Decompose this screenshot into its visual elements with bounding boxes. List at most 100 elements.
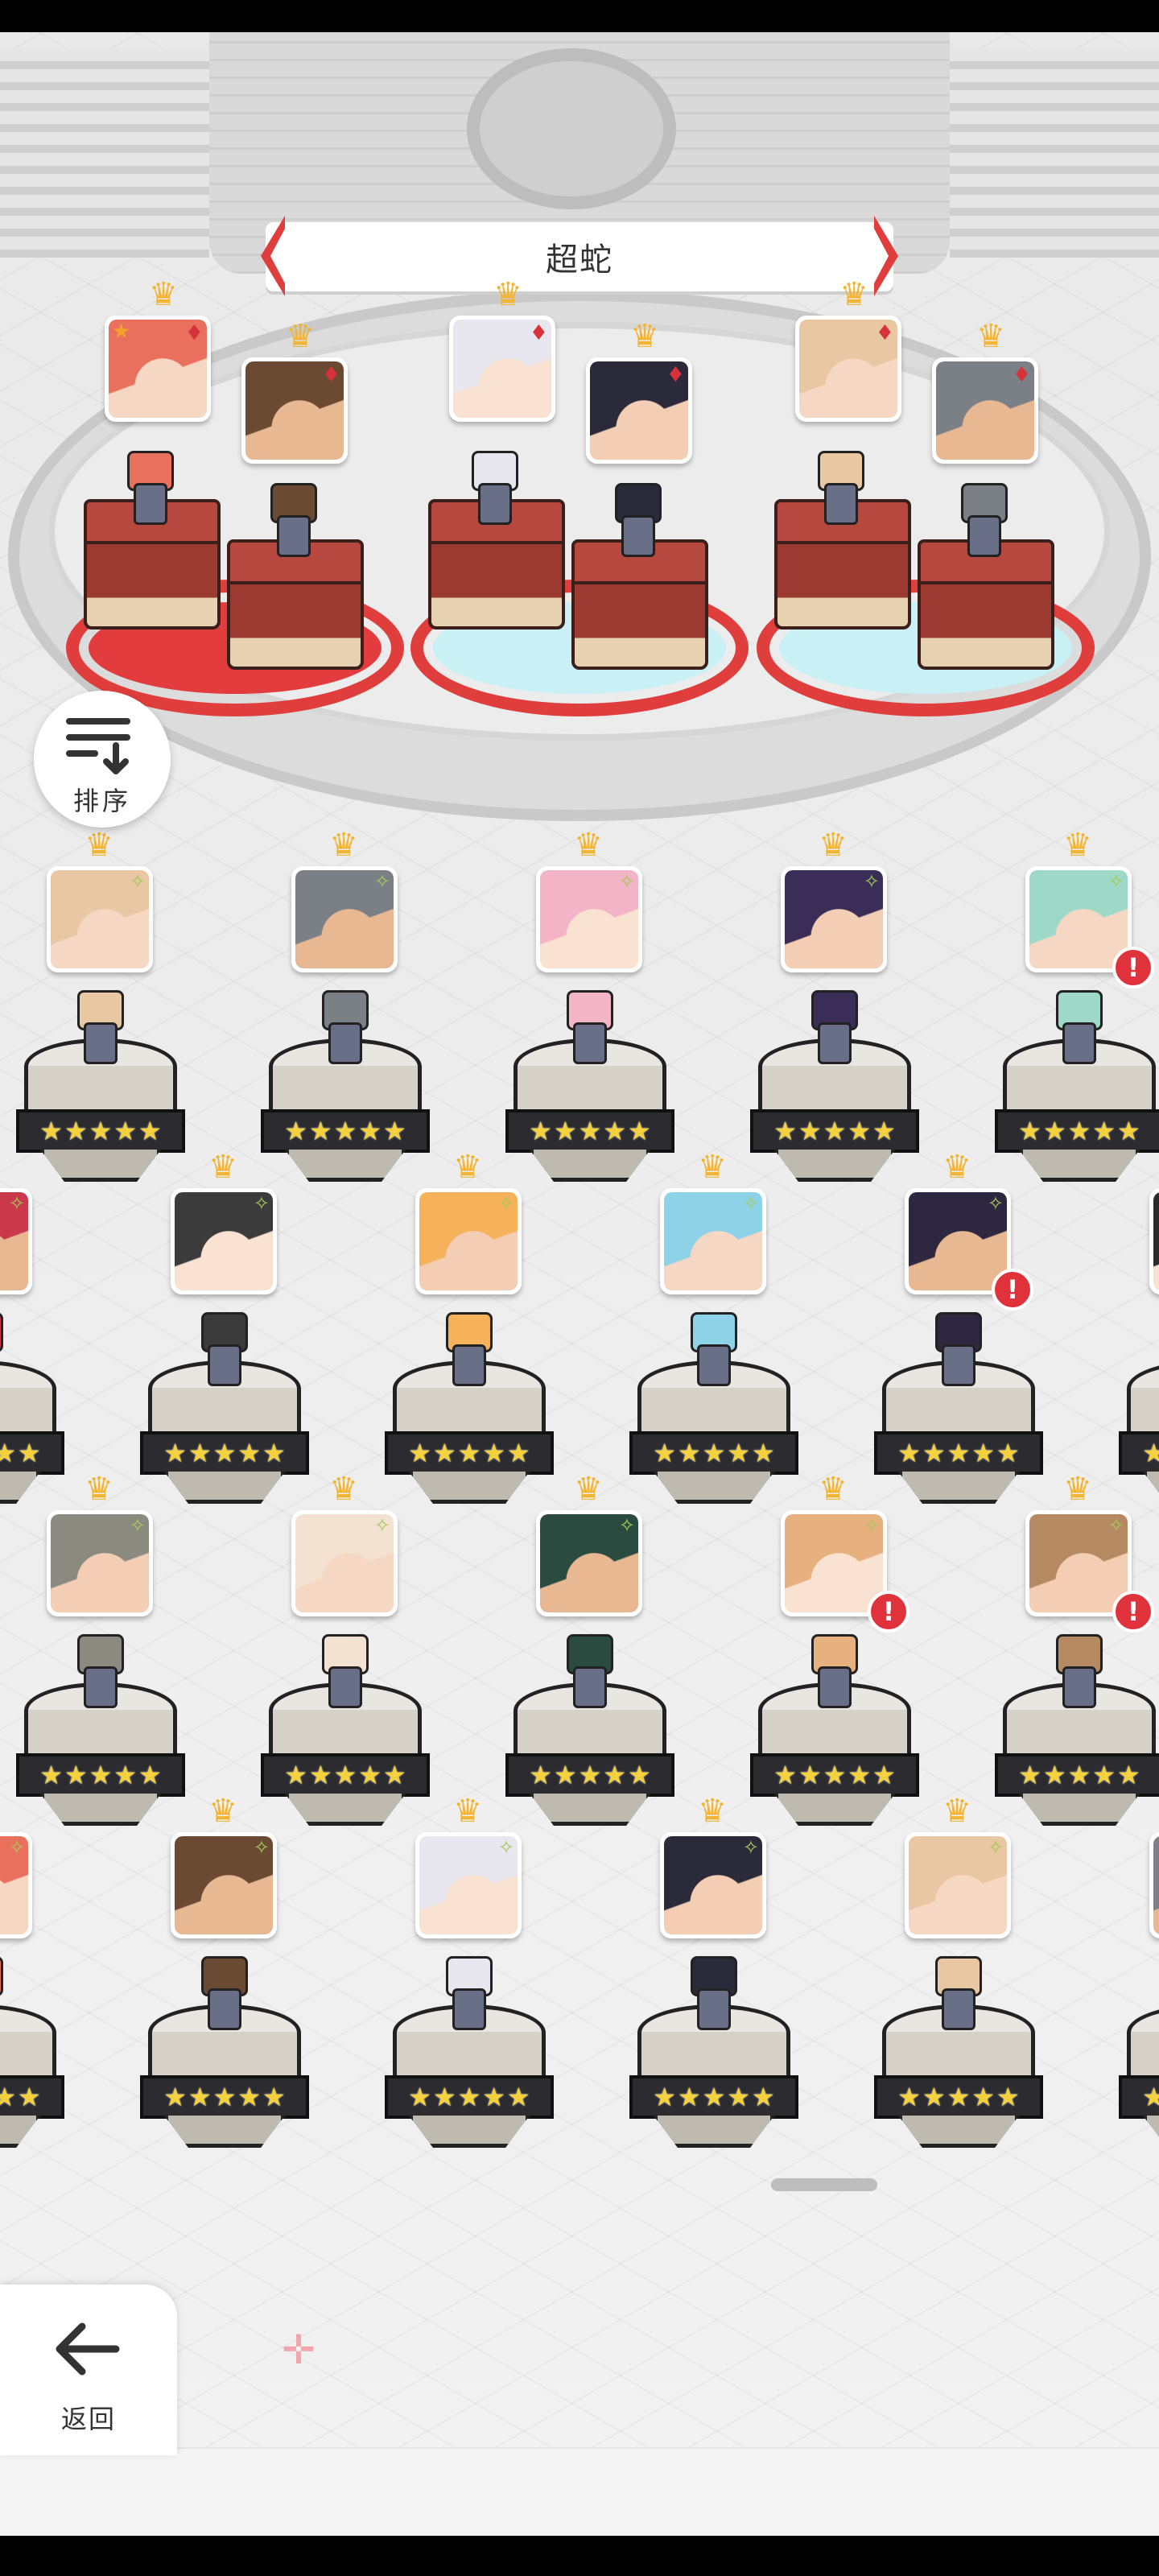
hero-portrait[interactable]: ✧ <box>171 1188 277 1294</box>
rating-plate: ★★★★★ <box>629 1431 798 1475</box>
crown-icon: ♛ <box>819 827 848 864</box>
rating-star-icon: ★ <box>457 2082 481 2112</box>
rating-star-icon: ★ <box>922 1438 946 1468</box>
hero-sprite <box>259 483 324 557</box>
pedestal-bottom <box>530 1150 650 1182</box>
sprite-body <box>452 1988 486 2030</box>
background-stairs-left <box>0 48 209 258</box>
scroll-handle[interactable] <box>771 2178 877 2191</box>
crown-icon: ♛ <box>208 1793 237 1830</box>
hero-portrait[interactable]: ✧ <box>415 1188 522 1294</box>
rating-star-icon: ★ <box>553 1760 577 1790</box>
decorative-sparkle-icon: ✛ <box>282 2326 316 2373</box>
sprite-body <box>134 483 167 525</box>
hero-portrait[interactable]: ✧ <box>0 1832 32 1938</box>
sparkle-icon: ✧ <box>373 1514 390 1537</box>
crown-icon: ♛ <box>208 1149 237 1186</box>
hero-portrait[interactable]: ✧ <box>291 866 398 972</box>
sort-button[interactable]: 排序 <box>34 691 171 828</box>
rating-star-icon: ★ <box>996 1438 1020 1468</box>
pedestal-side <box>774 541 911 630</box>
rating-plate: ★★★★★ <box>261 1753 430 1797</box>
hero-sprite <box>679 1956 744 2030</box>
rating-star-icon: ★ <box>262 1438 286 1468</box>
hero-portrait[interactable]: ♦ <box>932 357 1038 464</box>
hero-sprite <box>190 1956 254 2030</box>
hero-portrait[interactable]: ♦ <box>449 316 555 422</box>
rating-star-icon: ★ <box>284 1760 307 1790</box>
rating-star-icon: ★ <box>358 1116 382 1146</box>
back-button[interactable]: 返回 <box>0 2285 177 2455</box>
hero-portrait[interactable]: ✧ <box>536 866 642 972</box>
rating-star-icon: ★ <box>64 1760 88 1790</box>
pedestal-bottom <box>285 1794 406 1826</box>
hero-portrait[interactable]: ✧ <box>781 866 887 972</box>
pedestal-bottom <box>1143 2116 1159 2148</box>
pedestal-bottom <box>1019 1794 1140 1826</box>
rating-star-icon: ★ <box>262 2082 286 2112</box>
crown-icon: ♛ <box>976 318 1005 355</box>
rating-star-icon: ★ <box>578 1760 602 1790</box>
rating-star-icon: ★ <box>237 1438 262 1468</box>
sprite-body <box>84 1666 118 1708</box>
sprite-body <box>328 1022 362 1064</box>
rating-star-icon: ★ <box>578 1116 602 1146</box>
sprite-body <box>818 1022 852 1064</box>
rating-plate: ★★★★★ <box>0 1431 64 1475</box>
hero-portrait[interactable]: ✧ <box>905 1832 1011 1938</box>
hero-portrait[interactable]: ✧ <box>660 1188 766 1294</box>
rating-star-icon: ★ <box>628 1116 651 1146</box>
crown-icon: ♛ <box>942 1149 971 1186</box>
sparkle-icon: ✧ <box>742 1192 759 1215</box>
hero-portrait[interactable]: ♦ <box>586 357 692 464</box>
hero-sprite <box>1045 990 1109 1064</box>
diamond-suit-icon: ♦ <box>875 321 894 345</box>
hero-sprite <box>924 1312 988 1386</box>
hero-portrait[interactable]: ✧ <box>1149 1188 1159 1294</box>
rating-star-icon: ★ <box>529 1760 552 1790</box>
crown-icon: ♛ <box>574 1471 603 1508</box>
hero-portrait[interactable]: ✧ <box>415 1832 522 1938</box>
sprite-body <box>277 515 311 557</box>
hero-portrait[interactable]: ♦ <box>795 316 901 422</box>
rating-star-icon: ★ <box>89 1760 113 1790</box>
hero-portrait[interactable]: ♦ <box>241 357 348 464</box>
rating-star-icon: ★ <box>0 2082 17 2112</box>
hero-portrait[interactable]: ✧ <box>171 1832 277 1938</box>
hero-portrait[interactable]: ✧ <box>0 1188 32 1294</box>
sprite-head <box>0 1312 3 1352</box>
rating-star-icon: ★ <box>1018 1116 1041 1146</box>
hero-portrait[interactable]: ✧ <box>47 866 153 972</box>
hero-portrait[interactable]: ♦ ★ <box>105 316 211 422</box>
hero-portrait[interactable]: ✧ <box>47 1510 153 1616</box>
pedestal-side <box>428 541 565 630</box>
hero-portrait[interactable]: ✧ <box>660 1832 766 1938</box>
sprite-body <box>967 515 1001 557</box>
rating-star-icon: ★ <box>1092 1760 1116 1790</box>
hero-portrait[interactable]: ✧ <box>536 1510 642 1616</box>
hero-portrait[interactable]: ✧ <box>291 1510 398 1616</box>
back-label: 返回 <box>60 2404 116 2434</box>
rating-star-icon: ★ <box>971 1438 996 1468</box>
rating-star-icon: ★ <box>603 1116 627 1146</box>
rating-plate: ★★★★★ <box>261 1109 430 1153</box>
rating-plate: ★★★★★ <box>629 2075 798 2119</box>
rating-star-icon: ★ <box>529 1116 552 1146</box>
rating-star-icon: ★ <box>677 2082 701 2112</box>
hero-portrait[interactable]: ✧ <box>1149 1832 1159 1938</box>
pedestal-side <box>84 541 221 630</box>
sprite-body <box>328 1666 362 1708</box>
crown-icon: ♛ <box>698 1793 727 1830</box>
crown-icon: ♛ <box>329 1471 358 1508</box>
rating-star-icon: ★ <box>212 2082 237 2112</box>
sparkle-icon: ✧ <box>618 870 635 893</box>
sparkle-icon: ✧ <box>1107 1514 1124 1537</box>
rating-plate: ★★★★★ <box>385 2075 554 2119</box>
crown-icon: ♛ <box>85 1471 113 1508</box>
rating-star-icon: ★ <box>653 2082 676 2112</box>
rating-star-icon: ★ <box>947 1438 971 1468</box>
sparkle-icon: ✧ <box>253 1836 270 1859</box>
crown-icon: ♛ <box>453 1793 482 1830</box>
title-banner: 超蛇 <box>266 222 893 291</box>
hero-sprite <box>604 483 668 557</box>
